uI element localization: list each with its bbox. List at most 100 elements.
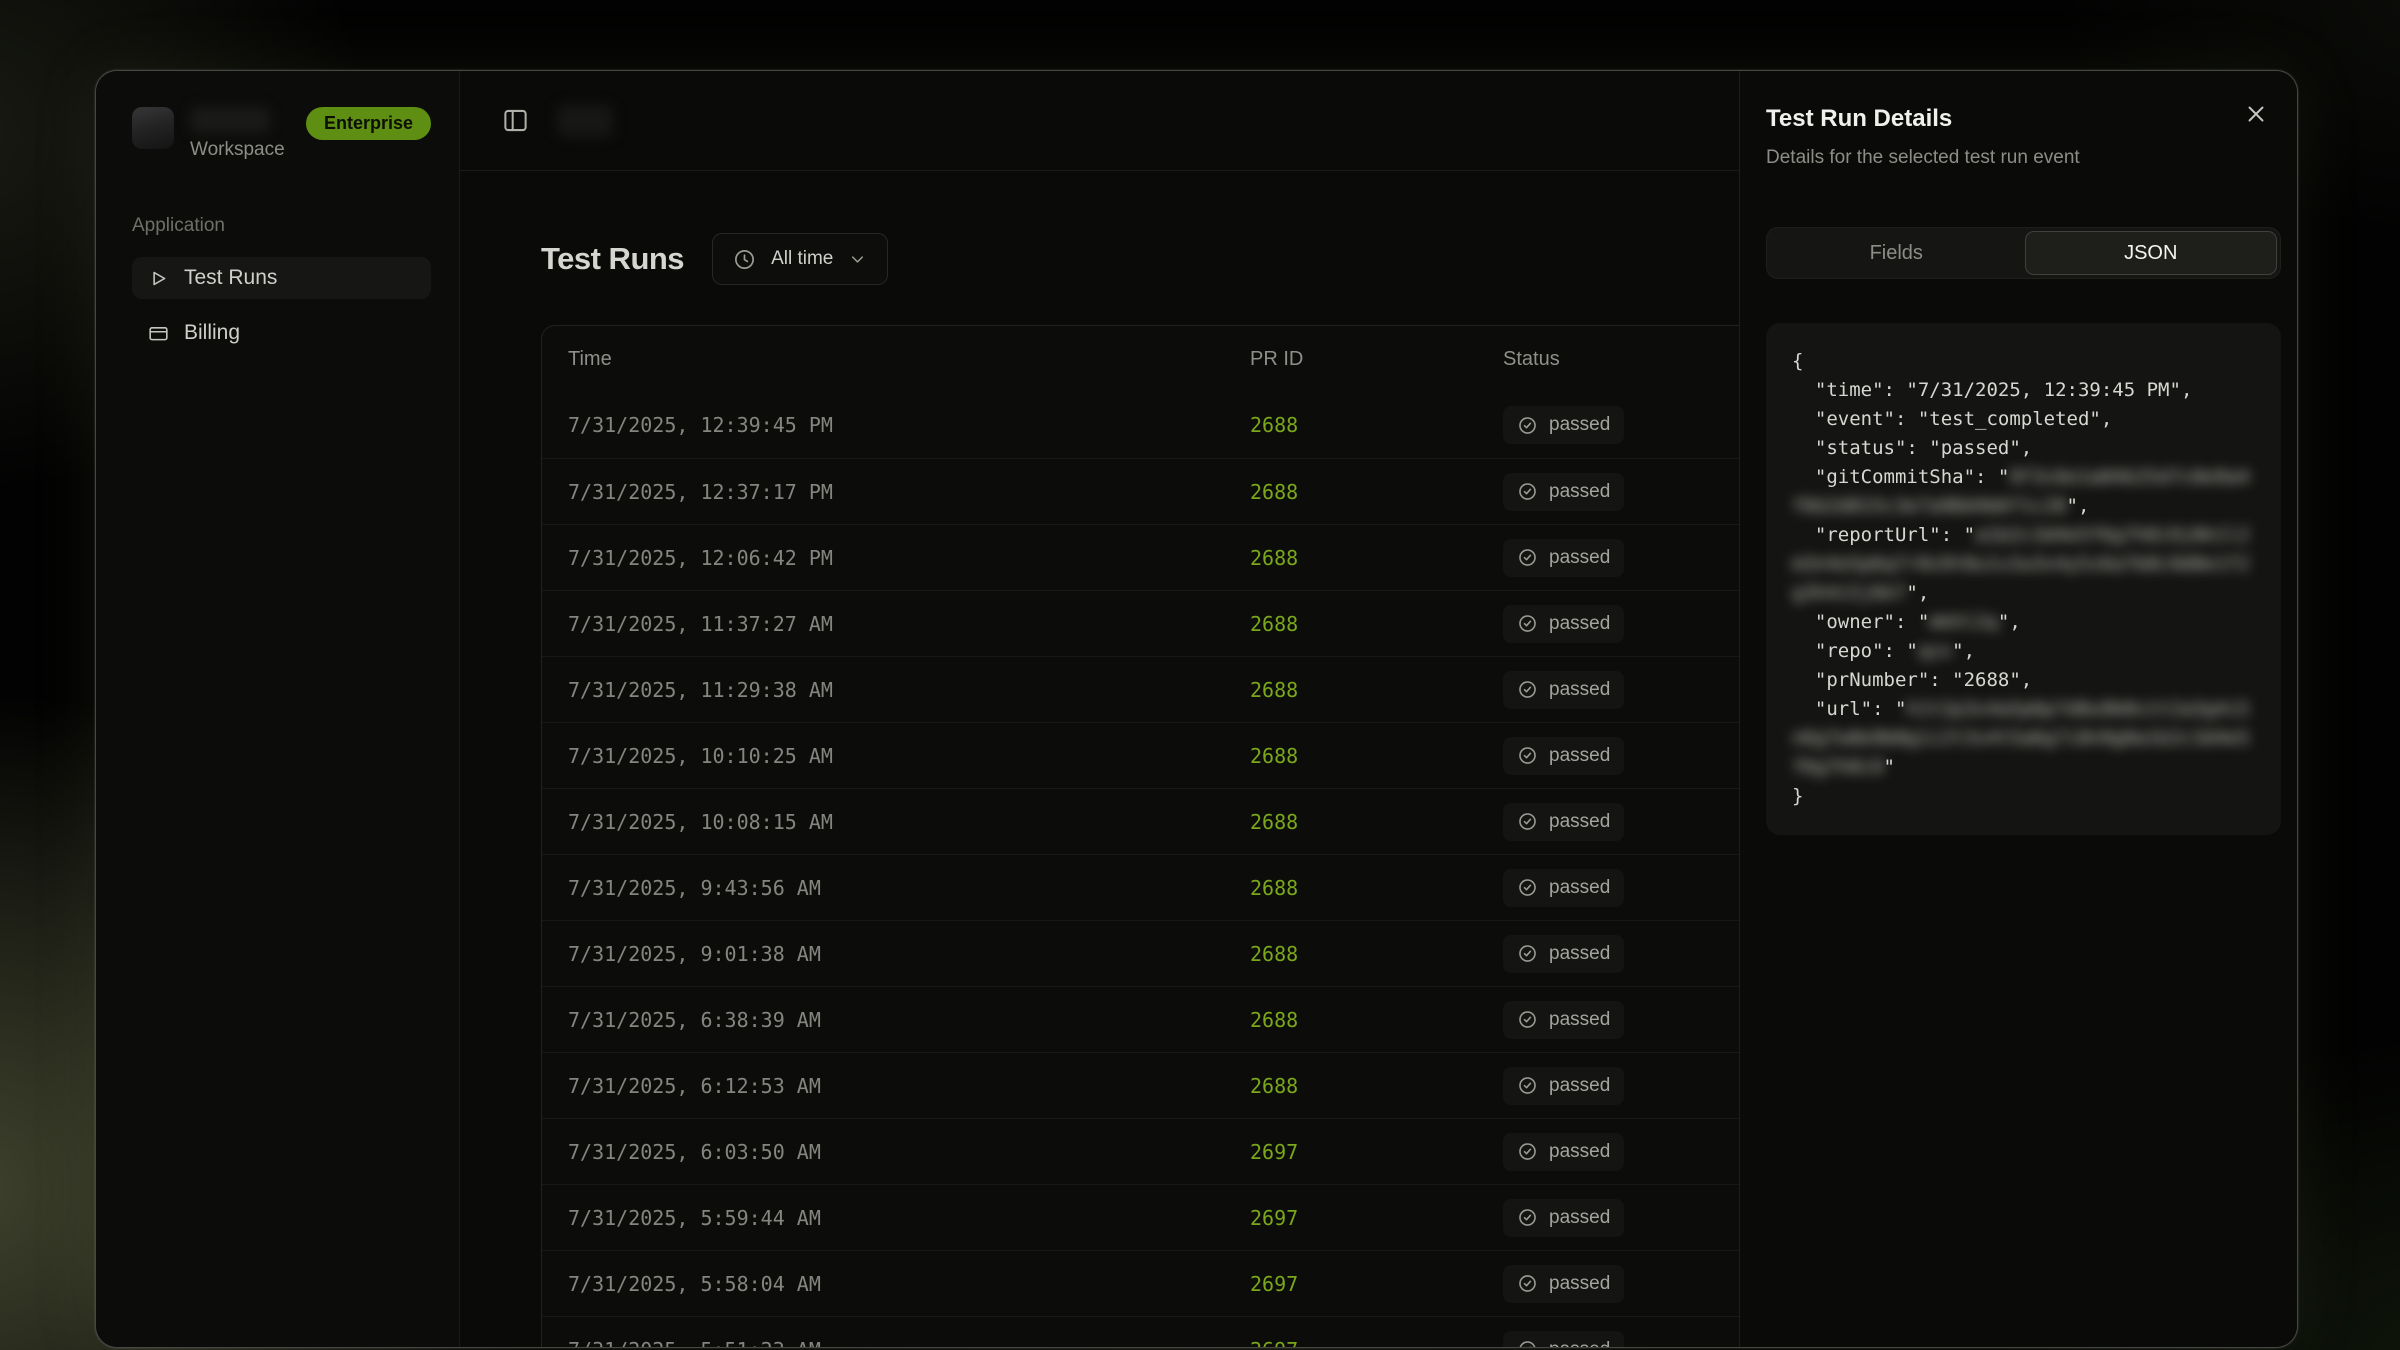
check-circle-icon	[1517, 547, 1538, 568]
status-badge: passed	[1503, 1001, 1624, 1039]
test-run-row[interactable]: 7/31/2025, 5:51:23 AM 2697 passed	[542, 1316, 1739, 1348]
check-circle-icon	[1517, 877, 1538, 898]
test-run-row[interactable]: 7/31/2025, 6:03:50 AM 2697 passed	[542, 1118, 1739, 1184]
test-run-row[interactable]: 7/31/2025, 5:59:44 AM 2697 passed	[542, 1184, 1739, 1250]
status-label: passed	[1549, 1141, 1610, 1163]
run-time: 7/31/2025, 12:39:45 PM	[542, 413, 1224, 437]
check-circle-icon	[1517, 679, 1538, 700]
run-pr-id[interactable]: 2688	[1224, 1008, 1477, 1032]
run-time: 7/31/2025, 9:43:56 AM	[542, 876, 1224, 900]
run-pr-id[interactable]: 2688	[1224, 413, 1477, 437]
status-badge: passed	[1503, 473, 1624, 511]
run-pr-id[interactable]: 2697	[1224, 1272, 1477, 1296]
test-run-row[interactable]: 7/31/2025, 12:39:45 PM 2688 passed	[542, 392, 1739, 458]
check-circle-icon	[1517, 1141, 1538, 1162]
status-badge: passed	[1503, 935, 1624, 973]
status-badge: passed	[1503, 605, 1624, 643]
check-circle-icon	[1517, 1207, 1538, 1228]
run-pr-id[interactable]: 2697	[1224, 1206, 1477, 1230]
status-badge: passed	[1503, 1067, 1624, 1105]
test-run-row[interactable]: 7/31/2025, 6:12:53 AM 2688 passed	[542, 1052, 1739, 1118]
status-label: passed	[1549, 1009, 1610, 1031]
close-panel-button[interactable]	[2241, 99, 2271, 129]
status-label: passed	[1549, 613, 1610, 635]
run-time: 7/31/2025, 11:37:27 AM	[542, 612, 1224, 636]
run-pr-id[interactable]: 2688	[1224, 480, 1477, 504]
status-label: passed	[1549, 1339, 1610, 1349]
test-run-details-panel: Test Run Details Details for the selecte…	[1739, 71, 2297, 1347]
run-pr-id[interactable]: 2688	[1224, 810, 1477, 834]
credit-card-icon	[148, 323, 169, 344]
test-run-row[interactable]: 7/31/2025, 9:43:56 AM 2688 passed	[542, 854, 1739, 920]
workspace-switcher[interactable]: Workspace Enterprise	[132, 107, 431, 161]
status-label: passed	[1549, 1075, 1610, 1097]
status-label: passed	[1549, 679, 1610, 701]
check-circle-icon	[1517, 1273, 1538, 1294]
run-time: 7/31/2025, 6:12:53 AM	[542, 1074, 1224, 1098]
sidebar-section-label: Application	[132, 215, 431, 237]
test-run-row[interactable]: 7/31/2025, 6:38:39 AM 2688 passed	[542, 986, 1739, 1052]
details-tab-label: JSON	[2124, 242, 2177, 265]
column-header-pr-id: PR ID	[1224, 348, 1477, 371]
details-tab-label: Fields	[1870, 242, 1923, 265]
play-icon	[148, 268, 169, 289]
time-filter-dropdown[interactable]: All time	[712, 233, 888, 285]
status-label: passed	[1549, 811, 1610, 833]
page-title: Test Runs	[541, 241, 684, 277]
sidebar-nav-item[interactable]: Billing	[132, 312, 431, 354]
panel-subtitle: Details for the selected test run event	[1766, 147, 2281, 169]
run-time: 7/31/2025, 6:38:39 AM	[542, 1008, 1224, 1032]
enterprise-badge: Enterprise	[306, 107, 431, 140]
run-pr-id[interactable]: 2688	[1224, 744, 1477, 768]
run-pr-id[interactable]: 2697	[1224, 1140, 1477, 1164]
workspace-label: Workspace	[190, 139, 285, 161]
test-run-row[interactable]: 7/31/2025, 9:01:38 AM 2688 passed	[542, 920, 1739, 986]
test-run-row[interactable]: 7/31/2025, 12:37:17 PM 2688 passed	[542, 458, 1739, 524]
sidebar-nav-item-label: Test Runs	[184, 266, 277, 290]
column-header-time: Time	[542, 348, 1224, 371]
check-circle-icon	[1517, 481, 1538, 502]
test-run-row[interactable]: 7/31/2025, 10:10:25 AM 2688 passed	[542, 722, 1739, 788]
json-code: { "time": "7/31/2025, 12:39:45 PM", "eve…	[1792, 347, 2255, 811]
column-header-status: Status	[1477, 348, 1739, 371]
details-tabs: Fields JSON	[1766, 227, 2281, 279]
check-circle-icon	[1517, 943, 1538, 964]
run-pr-id[interactable]: 2697	[1224, 1338, 1477, 1349]
status-badge: passed	[1503, 803, 1624, 841]
json-view: { "time": "7/31/2025, 12:39:45 PM", "eve…	[1766, 323, 2281, 835]
sidebar-toggle-icon[interactable]	[502, 107, 529, 134]
status-badge: passed	[1503, 1199, 1624, 1237]
status-badge: passed	[1503, 406, 1624, 444]
status-badge: passed	[1503, 1133, 1624, 1171]
test-run-row[interactable]: 7/31/2025, 11:29:38 AM 2688 passed	[542, 656, 1739, 722]
status-label: passed	[1549, 745, 1610, 767]
status-label: passed	[1549, 481, 1610, 503]
run-time: 7/31/2025, 12:37:17 PM	[542, 480, 1224, 504]
redacted-text: mkhl2q	[1929, 611, 1998, 633]
run-time: 7/31/2025, 9:01:38 AM	[542, 942, 1224, 966]
run-pr-id[interactable]: 2688	[1224, 678, 1477, 702]
run-pr-id[interactable]: 2688	[1224, 546, 1477, 570]
sidebar-nav-item[interactable]: Test Runs	[132, 257, 431, 299]
clock-icon	[733, 248, 756, 271]
run-time: 7/31/2025, 5:58:04 AM	[542, 1272, 1224, 1296]
details-tab[interactable]: JSON	[2025, 231, 2278, 275]
check-circle-icon	[1517, 415, 1538, 436]
test-run-row[interactable]: 7/31/2025, 12:06:42 PM 2688 passed	[542, 524, 1739, 590]
test-run-row[interactable]: 7/31/2025, 10:08:15 AM 2688 passed	[542, 788, 1739, 854]
status-label: passed	[1549, 943, 1610, 965]
sidebar-nav: Test Runs Billing	[132, 257, 431, 354]
test-run-row[interactable]: 7/31/2025, 5:58:04 AM 2697 passed	[542, 1250, 1739, 1316]
table-header-row: Time PR ID Status	[542, 326, 1739, 392]
status-badge: passed	[1503, 1265, 1624, 1303]
run-pr-id[interactable]: 2688	[1224, 876, 1477, 900]
details-tab[interactable]: Fields	[1770, 231, 2023, 275]
test-run-row[interactable]: 7/31/2025, 11:37:27 AM 2688 passed	[542, 590, 1739, 656]
run-pr-id[interactable]: 2688	[1224, 942, 1477, 966]
main-column: Test Runs All time	[460, 71, 1739, 1347]
check-circle-icon	[1517, 613, 1538, 634]
run-pr-id[interactable]: 2688	[1224, 1074, 1477, 1098]
run-pr-id[interactable]: 2688	[1224, 612, 1477, 636]
status-label: passed	[1549, 1207, 1610, 1229]
run-time: 7/31/2025, 12:06:42 PM	[542, 546, 1224, 570]
